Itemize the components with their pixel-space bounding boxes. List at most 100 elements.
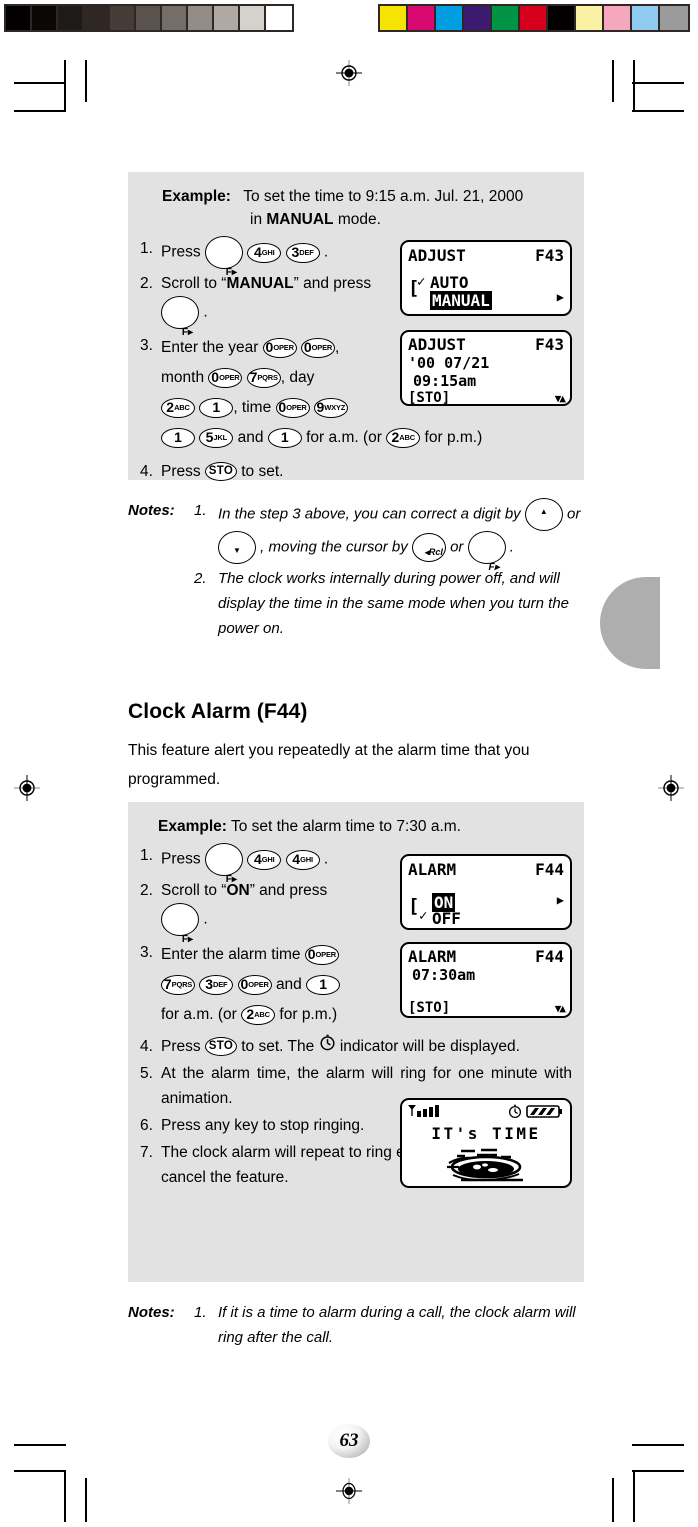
key-5-icon[interactable]: 5JKL (199, 427, 234, 448)
lcd-adjust-mode-select: ADJUST F43 [ ✓ AUTO MANUAL ▶ (400, 240, 572, 316)
note-1-b: or (567, 505, 581, 523)
note-1-body: In the step 3 above, you can correct a d… (218, 498, 598, 573)
key-4-icon[interactable]: 4GHI (247, 849, 282, 870)
key-3-icon[interactable]: 3DEF (199, 974, 234, 995)
key-1-icon[interactable]: 1 (161, 427, 195, 448)
alarm-step-3-t3: for a.m. (or (161, 1006, 237, 1023)
step-3-t7: for a.m. (or (306, 429, 382, 446)
lcd-option-auto: AUTO (430, 273, 469, 292)
alarm-step-4-number: 4. (140, 1038, 153, 1055)
key-store-icon[interactable]: STO (204, 1037, 237, 1057)
alarm-step-5-number: 5. (140, 1065, 153, 1083)
note-1-e: . (509, 538, 514, 556)
step-4-text-before: Press (161, 463, 201, 480)
lcd-footer: [STO] ▼▲ (408, 390, 566, 406)
lcd-option-off: OFF (432, 909, 461, 928)
alarm-step-2-c: . (203, 910, 208, 928)
step-4: 4. Press STO to set. (140, 459, 572, 484)
key-function-icon[interactable]: F▸ (161, 296, 199, 338)
alarm-step-2-a: Scroll to “ (161, 882, 227, 899)
alarm-step-4-b: to set. The (241, 1038, 315, 1055)
key-1-icon[interactable]: 1 (306, 974, 341, 995)
alarm-note-1-number: 1. (194, 1304, 207, 1321)
key-scroll-down-icon[interactable]: ▼ (218, 531, 256, 564)
key-4-icon[interactable]: 4GHI (285, 849, 320, 870)
alarm-step-4-c: indicator will be displayed. (339, 1038, 520, 1055)
step-1-text-before: Press (161, 243, 201, 261)
key-4-icon[interactable]: 4GHI (247, 242, 282, 263)
key-0-icon[interactable]: 0OPER (262, 337, 297, 358)
alarm-step-2-b: ” and press (249, 882, 328, 899)
alarm-step-3-number: 3. (140, 944, 153, 961)
key-0-icon[interactable]: 0OPER (304, 944, 339, 965)
note-1-c: , moving the cursor by (260, 538, 408, 556)
key-0-icon[interactable]: 0OPER (208, 367, 243, 388)
page-number: 63 (328, 1424, 370, 1458)
lcd-list-bracket: [ (408, 895, 420, 917)
step-2-text-c: . (203, 303, 208, 321)
lcd-alarm-mode-select: ALARM F44 [ ON ✓ OFF ▶ (400, 854, 572, 930)
key-0-icon[interactable]: 0OPER (275, 397, 310, 418)
key-0-icon[interactable]: 0OPER (237, 974, 272, 995)
key-function-icon[interactable]: F▸ (204, 236, 243, 278)
alarm-step-2-number: 2. (140, 882, 153, 899)
example1-label: Example: (162, 188, 231, 205)
note-2-body: The clock works internally during power … (218, 570, 570, 637)
lcd-title: ALARM (408, 860, 457, 879)
lcd-footer: [STO] ▼▲ (408, 1000, 566, 1016)
key-2-icon[interactable]: 2ABC (161, 397, 195, 418)
step-3-t5: , time (233, 399, 272, 416)
step-3-t8: for p.m.) (424, 429, 483, 446)
headline2-pre: in (250, 211, 267, 228)
lcd-title: ADJUST (408, 246, 466, 265)
key-9-icon[interactable]: 9WXYZ (313, 397, 348, 418)
lcd-header: ALARM F44 (408, 947, 564, 966)
notes-label-spacer (128, 566, 194, 641)
lcd-date-value: '00 07/21 (408, 354, 490, 372)
notes-time-setting: Notes: 1. In the step 3 above, you can c… (128, 498, 598, 641)
signal-bars-icon (407, 1103, 447, 1123)
key-7-icon[interactable]: 7PQRS (246, 367, 281, 388)
section-intro-text: This feature alert you repeatedly at the… (128, 742, 530, 788)
key-recall-icon[interactable]: ◂Rcl (411, 533, 446, 562)
key-1-icon[interactable]: 1 (267, 427, 302, 448)
notes-label: Notes: (128, 502, 175, 519)
key-2-icon[interactable]: 2ABC (386, 427, 421, 448)
key-1-icon[interactable]: 1 (199, 397, 234, 418)
lcd-header: ADJUST F43 (408, 335, 564, 354)
key-scroll-up-icon[interactable]: ▲ (524, 498, 563, 531)
alarm-step-1-before: Press (161, 850, 201, 868)
step-3-t3: month (161, 369, 205, 386)
alarm-step-6-number: 6. (140, 1117, 153, 1135)
lcd-code: F43 (535, 246, 564, 265)
manual-page: Example: To set the time to 9:15 a.m. Ju… (0, 0, 698, 1527)
lcd-status-store: [STO] (408, 390, 451, 406)
headline2-post: mode. (333, 211, 381, 228)
step-1-number: 1. (140, 240, 153, 257)
lcd-code: F44 (535, 860, 564, 879)
key-function-icon[interactable]: F▸ (467, 531, 506, 573)
lcd-status-bar (407, 1103, 565, 1123)
key-function-icon[interactable]: F▸ (161, 903, 199, 945)
lcd-check-icon: ✓ (419, 908, 428, 924)
key-function-icon[interactable]: F▸ (204, 843, 243, 885)
step-3-t6: and (237, 429, 264, 446)
step-1-text-after: . (323, 243, 329, 261)
lcd-time-value: 09:15am (413, 372, 477, 390)
headline2-mode: MANUAL (266, 211, 334, 228)
key-7-icon[interactable]: 7PQRS (161, 974, 195, 995)
notes-label: Notes: (128, 1304, 175, 1321)
alarm-animation-graphic (407, 1145, 565, 1186)
lcd-code: F44 (535, 947, 564, 966)
note-1-row: Notes: 1. In the step 3 above, you can c… (128, 498, 598, 573)
key-store-icon[interactable]: STO (204, 462, 237, 482)
note-2-row: 2. The clock works internally during pow… (128, 566, 598, 641)
lcd-status-icons (507, 1103, 565, 1123)
example2-headline: Example: To set the alarm time to 7:30 a… (140, 816, 572, 837)
key-0-icon[interactable]: 0OPER (300, 337, 335, 358)
key-2-icon[interactable]: 2ABC (241, 1004, 276, 1025)
page-title: Clock Alarm (F44) (128, 700, 308, 723)
key-3-icon[interactable]: 3DEF (285, 242, 320, 263)
lcd-alarm-ringing-animation: IT's TIME (400, 1098, 572, 1188)
step-4-number: 4. (140, 463, 153, 480)
